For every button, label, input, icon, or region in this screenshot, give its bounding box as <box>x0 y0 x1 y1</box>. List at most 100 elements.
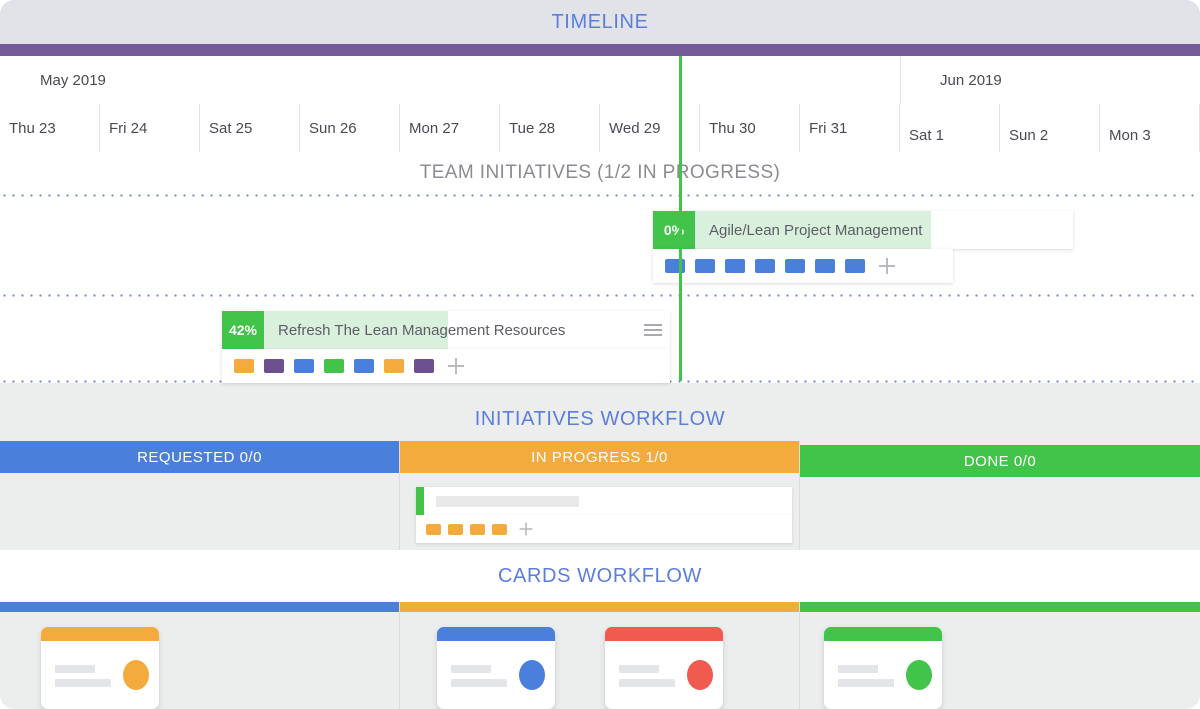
add-card-icon[interactable] <box>879 258 895 274</box>
mini-card-color-bar <box>605 627 723 641</box>
mini-card-body <box>437 641 555 709</box>
day-column-header[interactable]: Sat 25 <box>200 104 300 152</box>
card-title-row <box>416 487 792 515</box>
day-row: Thu 23 Fri 24 Sat 25 Sun 26 Mon 27 Tue 28 Wed … <box>0 104 1200 153</box>
mini-card-color-bar <box>824 627 942 641</box>
lane-divider-mid <box>0 294 1200 297</box>
mini-card-line-1 <box>55 665 95 673</box>
mini-card-avatar <box>519 660 545 690</box>
initiative-bar-main[interactable]: 0% Agile/Lean Project Management <box>653 211 1073 249</box>
day-column-header[interactable]: Sun 26 <box>300 104 400 152</box>
mini-card-line-2 <box>55 679 111 687</box>
day-label: Sun 2 <box>1009 126 1049 144</box>
mini-card-avatar <box>123 660 149 690</box>
month-label: May 2019 <box>40 71 106 89</box>
cards-column-color-bar <box>800 602 1200 612</box>
mini-card-color-bar <box>41 627 159 641</box>
day-column-header[interactable]: Sun 2 <box>1000 104 1100 152</box>
card-chip[interactable] <box>384 359 404 373</box>
month-cell: Jun 2019 <box>900 56 1200 104</box>
initiative-card-chips <box>653 249 953 283</box>
month-row: May 2019 Jun 2019 <box>0 56 1200 105</box>
initiative-bar-main[interactable]: 42% Refresh The Lean Management Resources <box>222 311 670 349</box>
workflow-mini-card[interactable] <box>437 627 555 709</box>
card-chip[interactable] <box>665 259 685 273</box>
today-marker-line <box>679 56 682 381</box>
day-column-header[interactable]: Fri 31 <box>800 104 900 152</box>
timeline-title: TIMELINE <box>551 10 649 33</box>
initiative-progress-badge: 42% <box>222 311 264 349</box>
cards-workflow-title: CARDS WORKFLOW <box>0 550 1200 602</box>
initiative-card-chips <box>222 349 670 383</box>
cards-workflow-section <box>0 602 1200 709</box>
initiatives-workflow-column: DONE 0/0 <box>800 441 1200 550</box>
workflow-column-header[interactable]: DONE 0/0 <box>800 445 1200 477</box>
initiative-progress-badge: 0% <box>653 211 695 249</box>
card-chip[interactable] <box>324 359 344 373</box>
card-chip[interactable] <box>414 359 434 373</box>
mini-card-avatar <box>906 660 932 690</box>
day-column-header[interactable]: Thu 30 <box>700 104 800 152</box>
card-chip[interactable] <box>755 259 775 273</box>
card-chip[interactable] <box>845 259 865 273</box>
timeline-header: TIMELINE <box>0 0 1200 44</box>
mini-card-line-1 <box>451 665 491 673</box>
add-card-icon[interactable] <box>448 358 464 374</box>
card-chip[interactable] <box>815 259 835 273</box>
initiative-bar[interactable]: 42% Refresh The Lean Management Resources <box>222 311 670 383</box>
initiative-name: Agile/Lean Project Management <box>709 221 923 239</box>
card-chip[interactable] <box>785 259 805 273</box>
mini-card-color-bar <box>437 627 555 641</box>
card-chip[interactable] <box>354 359 374 373</box>
card-chip[interactable] <box>448 523 463 535</box>
card-chip-row <box>416 515 792 543</box>
initiatives-workflow-column: IN PROGRESS 1/0 <box>400 441 800 550</box>
mini-card-line-2 <box>838 679 894 687</box>
mini-card-body <box>824 641 942 709</box>
day-label: Mon 3 <box>1109 126 1151 144</box>
day-label: Sat 1 <box>909 126 945 144</box>
initiatives-workflow-title: INITIATIVES WORKFLOW <box>474 407 726 430</box>
mini-card-line-1 <box>838 665 878 673</box>
day-column-header[interactable]: Tue 28 <box>500 104 600 152</box>
day-label: Fri 24 <box>109 119 148 137</box>
day-column-header[interactable]: Mon 27 <box>400 104 500 152</box>
workflow-column-header[interactable]: REQUESTED 0/0 <box>0 441 399 473</box>
hamburger-menu-icon[interactable] <box>636 311 670 349</box>
card-chip[interactable] <box>294 359 314 373</box>
workflow-mini-card[interactable] <box>41 627 159 709</box>
card-chip[interactable] <box>470 523 485 535</box>
day-label: Sat 25 <box>209 119 253 137</box>
card-chip[interactable] <box>234 359 254 373</box>
cards-column-color-bar <box>0 602 399 612</box>
card-title-placeholder <box>436 495 579 507</box>
mini-card-line-2 <box>451 679 507 687</box>
day-column-header[interactable]: Wed 29 <box>600 104 700 152</box>
day-column-header[interactable]: Mon 3 <box>1100 104 1200 152</box>
workflow-column-header[interactable]: IN PROGRESS 1/0 <box>400 441 799 473</box>
card-chip[interactable] <box>426 523 441 535</box>
card-chip[interactable] <box>695 259 715 273</box>
card-chip[interactable] <box>492 523 507 535</box>
day-label: Thu 30 <box>709 119 756 137</box>
mini-card-body <box>605 641 723 709</box>
initiative-bar[interactable]: 0% Agile/Lean Project Management <box>653 211 1073 283</box>
day-column-header[interactable]: Fri 24 <box>100 104 200 152</box>
card-chip[interactable] <box>725 259 745 273</box>
initiatives-workflow-section: INITIATIVES WORKFLOW REQUESTED 0/0 IN PRO… <box>0 383 1200 550</box>
timeline-board: TIMELINE May 2019 Jun 2019 Thu 23 Fri 24 Sa… <box>0 0 1200 709</box>
workflow-mini-card[interactable] <box>824 627 942 709</box>
day-column-header[interactable]: Thu 23 <box>0 104 100 152</box>
day-label: Thu 23 <box>9 119 56 137</box>
mini-card-body <box>41 641 159 709</box>
day-column-header[interactable]: Sat 1 <box>900 104 1000 152</box>
initiatives-workflow-column: REQUESTED 0/0 <box>0 441 400 550</box>
mini-card-avatar <box>687 660 713 690</box>
month-label: Jun 2019 <box>940 71 1002 89</box>
initiative-workflow-card[interactable] <box>416 487 792 543</box>
card-chip[interactable] <box>264 359 284 373</box>
day-label: Wed 29 <box>609 119 661 137</box>
day-label: Sun 26 <box>309 119 357 137</box>
add-card-icon[interactable] <box>519 522 533 536</box>
workflow-mini-card[interactable] <box>605 627 723 709</box>
